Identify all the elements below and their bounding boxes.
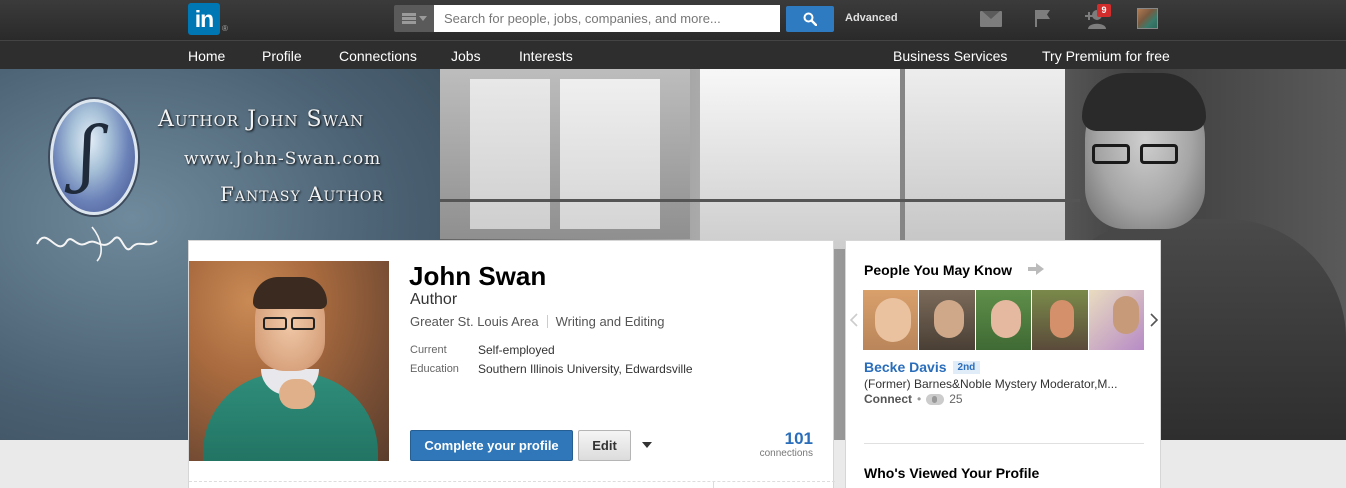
- nav-connections[interactable]: Connections: [339, 48, 417, 64]
- menu-icon: [401, 13, 416, 24]
- chevron-right-icon: [1149, 313, 1158, 327]
- swan-glyph: ʃ: [78, 111, 98, 195]
- nav-try-premium[interactable]: Try Premium for free: [1042, 48, 1170, 64]
- banner-title: Author John Swan: [158, 107, 365, 132]
- photo-hair: [253, 277, 327, 309]
- current-value[interactable]: Self-employed: [478, 343, 555, 357]
- current-label: Current: [410, 344, 447, 356]
- profile-photo[interactable]: [189, 261, 389, 461]
- complete-profile-button[interactable]: Complete your profile: [410, 430, 573, 461]
- banner-window: [470, 79, 550, 229]
- suggestion-name-row: Becke Davis 2nd: [864, 359, 981, 375]
- linkedin-logo[interactable]: in: [188, 3, 220, 35]
- separator: •: [917, 392, 922, 406]
- carousel-prev-button[interactable]: [846, 290, 863, 350]
- divider: [189, 481, 835, 482]
- shared-connections-count[interactable]: 25: [949, 392, 962, 406]
- nav-business-services[interactable]: Business Services: [893, 48, 1007, 64]
- suggestion-actions: Connect • 25: [864, 392, 963, 406]
- banner-window: [700, 69, 900, 249]
- profile-meta: Greater St. Louis Area Writing and Editi…: [410, 314, 665, 329]
- chevron-left-icon: [850, 313, 859, 327]
- divider: [546, 315, 548, 328]
- industry-link[interactable]: Writing and Editing: [556, 314, 665, 329]
- registered-mark: ®: [222, 24, 228, 33]
- suggestions-carousel: [846, 290, 1162, 350]
- suggestion-face: [1112, 296, 1139, 334]
- banner-subtitle: Fantasy Author: [220, 182, 384, 206]
- curtain-rod: [440, 199, 1080, 202]
- profile-card: John Swan Author Greater St. Louis Area …: [188, 240, 835, 488]
- advanced-search-link[interactable]: Advanced: [845, 12, 898, 24]
- banner-person-hair: [1082, 73, 1206, 131]
- nav-interests[interactable]: Interests: [519, 48, 573, 64]
- education-value[interactable]: Southern Illinois University, Edwardsvil…: [478, 362, 693, 376]
- messages-icon[interactable]: [980, 11, 1002, 27]
- top-bar: in ® Advanced 9: [0, 0, 1346, 40]
- divider: [864, 443, 1144, 444]
- arrow-right-icon[interactable]: [1028, 263, 1044, 275]
- signature-icon: [36, 226, 158, 262]
- whos-viewed-title[interactable]: Who's Viewed Your Profile: [864, 465, 1039, 481]
- suggestion-face: [990, 300, 1021, 338]
- sidebar: People You May Know Becke Davis 2nd (For…: [845, 240, 1161, 488]
- edit-button[interactable]: Edit: [578, 430, 631, 461]
- location-link[interactable]: Greater St. Louis Area: [410, 314, 539, 329]
- education-label: Education: [410, 363, 459, 375]
- connect-button[interactable]: Connect: [864, 392, 912, 406]
- search-category-dropdown[interactable]: [394, 5, 434, 32]
- search-icon: [803, 12, 817, 26]
- main-nav: Home Profile Connections Jobs Interests …: [0, 40, 1346, 69]
- connections-label: connections: [759, 448, 813, 459]
- divider: [713, 481, 714, 488]
- profile-name: John Swan: [409, 261, 547, 291]
- banner-url: www.John-Swan.com: [184, 149, 382, 169]
- avatar[interactable]: [1137, 8, 1158, 29]
- glasses-icon: [291, 317, 315, 330]
- suggestion-name-link[interactable]: Becke Davis: [864, 359, 947, 375]
- suggestion-headline: (Former) Barnes&Noble Mystery Moderator,…: [864, 377, 1118, 391]
- photo-hand: [279, 379, 315, 409]
- glasses-icon: [1092, 144, 1130, 164]
- more-options-dropdown[interactable]: [639, 437, 655, 453]
- suggestion-photo[interactable]: [1032, 290, 1088, 350]
- connections-count[interactable]: 101: [785, 429, 813, 449]
- banner-window: [560, 79, 660, 229]
- chevron-down-icon: [642, 442, 652, 448]
- carousel-next-button[interactable]: [1145, 290, 1162, 350]
- connection-degree-badge: 2nd: [952, 360, 981, 374]
- nav-profile[interactable]: Profile: [262, 48, 302, 64]
- profile-headline: Author: [410, 291, 458, 308]
- nav-home[interactable]: Home: [188, 48, 225, 64]
- nav-jobs[interactable]: Jobs: [451, 48, 481, 64]
- notification-badge: 9: [1097, 4, 1111, 17]
- suggestion-face: [934, 300, 965, 338]
- flag-icon[interactable]: [1033, 8, 1053, 28]
- search-bar: [394, 5, 780, 32]
- banner-window: [905, 69, 1065, 249]
- suggestion-photo[interactable]: [975, 290, 1032, 350]
- shared-connections-icon: [926, 393, 945, 405]
- chevron-down-icon: [418, 16, 427, 21]
- suggestion-photo[interactable]: [862, 290, 919, 350]
- suggestion-photo[interactable]: [919, 290, 975, 350]
- suggestion-face: [1050, 300, 1075, 338]
- suggestion-photo[interactable]: [1088, 290, 1145, 350]
- search-button[interactable]: [786, 6, 834, 32]
- people-you-may-know-title[interactable]: People You May Know: [864, 262, 1012, 278]
- glasses-icon: [263, 317, 287, 330]
- search-input[interactable]: [434, 5, 780, 32]
- glasses-icon: [1140, 144, 1178, 164]
- suggestion-face: [874, 298, 911, 342]
